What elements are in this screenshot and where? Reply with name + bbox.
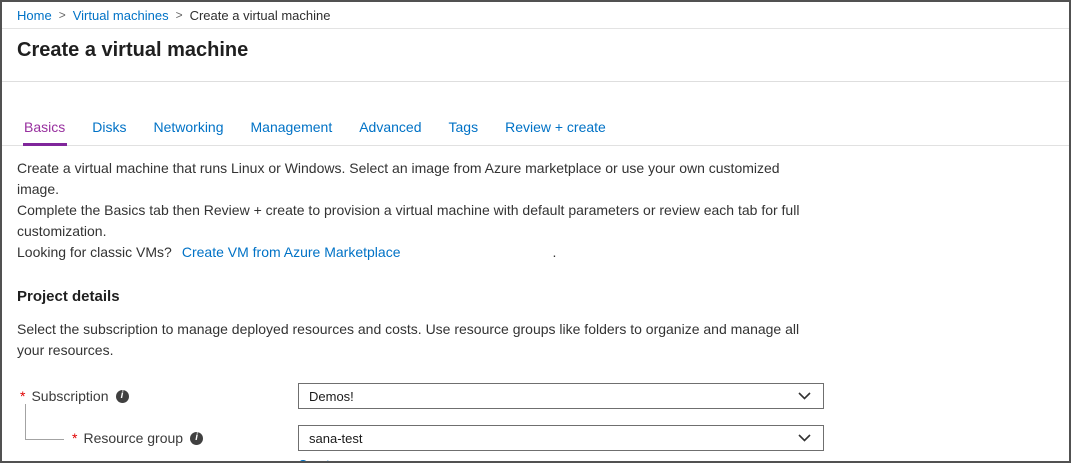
breadcrumb-separator: > [59,8,66,22]
breadcrumb-current-page: Create a virtual machine [190,8,331,23]
tab-review-create[interactable]: Review + create [505,119,606,135]
subscription-selected-value: Demos! [309,389,354,404]
tab-advanced[interactable]: Advanced [359,119,421,135]
breadcrumb-virtual-machines-link[interactable]: Virtual machines [73,8,169,23]
resource-group-dropdown[interactable]: sana-test [298,425,824,451]
chevron-down-icon [798,392,811,400]
subscription-row: * Subscription i Demos! [17,383,1069,409]
tab-basics[interactable]: Basics [24,119,65,135]
subscription-dropdown[interactable]: Demos! [298,383,824,409]
breadcrumb-separator: > [176,8,183,22]
tab-strip: Basics Disks Networking Management Advan… [2,90,1069,146]
intro-line: customization. [17,221,1069,242]
resource-group-label: Resource group [83,430,183,446]
create-new-resource-group-link[interactable]: Create new [298,457,364,463]
info-icon[interactable]: i [116,390,129,403]
info-icon[interactable]: i [190,432,203,445]
intro-description: Create a virtual machine that runs Linux… [17,158,1069,263]
intro-line: Create a virtual machine that runs Linux… [17,158,1069,179]
subscription-label-cell: * Subscription i [17,388,298,404]
breadcrumb: Home > Virtual machines > Create a virtu… [2,2,1069,29]
tab-management[interactable]: Management [251,119,333,135]
create-vm-marketplace-link[interactable]: Create VM from Azure Marketplace [182,242,401,263]
resource-group-row: * Resource group i sana-test [17,425,1069,451]
page-title: Create a virtual machine [17,38,1069,62]
classic-vm-prompt: Looking for classic VMs? [17,242,172,263]
tab-tags[interactable]: Tags [449,119,479,135]
intro-line: image. [17,179,1069,200]
breadcrumb-home-link[interactable]: Home [17,8,52,23]
chevron-down-icon [798,434,811,442]
project-details-heading: Project details [17,288,1069,305]
subscription-label: Subscription [31,388,108,404]
trailing-period: . [552,242,556,263]
intro-line: Complete the Basics tab then Review + cr… [17,200,1069,221]
required-asterisk: * [20,388,25,404]
tab-networking[interactable]: Networking [153,119,223,135]
project-details-description: Select the subscription to manage deploy… [17,319,1069,361]
header-divider [2,81,1069,82]
create-vm-blade: Home > Virtual machines > Create a virtu… [0,0,1071,463]
parent-child-connector-line [25,404,64,440]
project-details-line: Select the subscription to manage deploy… [17,319,1069,340]
tab-disks[interactable]: Disks [92,119,126,135]
required-asterisk: * [72,430,77,446]
project-details-form: * Subscription i Demos! * Resource group… [17,383,1069,463]
classic-vm-line: Looking for classic VMs? Create VM from … [17,242,1069,263]
project-details-line: your resources. [17,340,1069,361]
resource-group-selected-value: sana-test [309,431,362,446]
